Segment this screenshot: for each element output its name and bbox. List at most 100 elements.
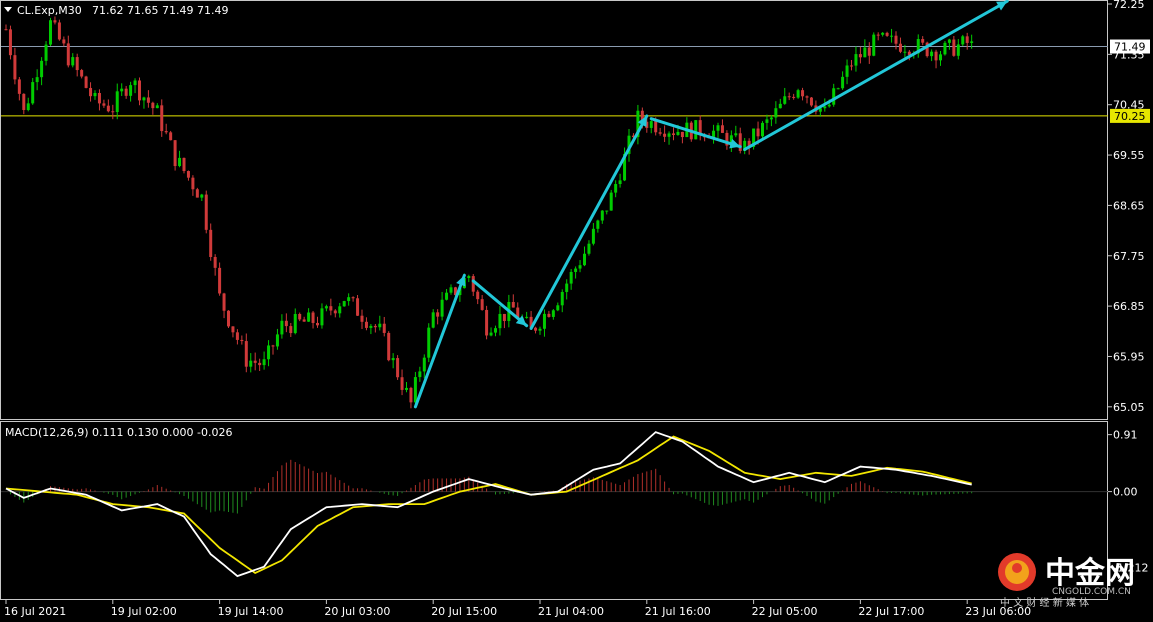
candle	[720, 119, 724, 134]
candle-body	[663, 133, 667, 137]
candle-body	[872, 34, 876, 56]
candle-body	[369, 325, 373, 328]
candle-body	[409, 387, 413, 403]
candle-body	[885, 32, 889, 36]
candle	[4, 24, 8, 31]
watermark-tagline: 中 文 财 经 新 媒 体	[1000, 596, 1089, 609]
candle	[471, 274, 475, 297]
candle	[231, 326, 235, 338]
trend-arrow	[529, 114, 649, 330]
price-pane[interactable]	[1, 0, 1108, 409]
candle-body	[778, 103, 782, 109]
candle-body	[222, 293, 226, 311]
candle	[436, 309, 440, 325]
candle-body	[4, 29, 8, 31]
candle-body	[538, 328, 542, 331]
candle	[391, 353, 395, 369]
candle-body	[8, 29, 12, 56]
dropdown-triangle-icon[interactable]	[4, 7, 12, 12]
candle-body	[129, 85, 133, 96]
candle	[124, 85, 128, 99]
candle	[271, 344, 275, 355]
candle-body	[400, 377, 404, 390]
candle-body	[160, 105, 164, 132]
candle-body	[351, 297, 355, 299]
candle-body	[903, 51, 907, 53]
price-axis-label: 69.55	[1113, 149, 1145, 162]
candle-body	[324, 306, 328, 309]
candle-body	[360, 315, 364, 322]
macd-axis-label: 0.00	[1113, 486, 1138, 499]
candle	[8, 25, 12, 60]
candle	[511, 294, 515, 308]
candle	[850, 59, 853, 71]
candle-body	[431, 312, 435, 328]
candle	[53, 16, 57, 25]
candle	[565, 279, 569, 300]
candle	[44, 41, 48, 66]
candle	[71, 53, 75, 68]
candle-body	[186, 171, 190, 178]
candle	[480, 295, 484, 311]
candle	[921, 36, 925, 46]
candle-body	[890, 35, 894, 37]
candle	[151, 101, 155, 115]
candle	[378, 315, 382, 331]
candle	[792, 93, 796, 100]
candle-body	[102, 103, 106, 106]
candle-body	[836, 88, 840, 90]
candle-body	[649, 121, 653, 128]
candle-body	[440, 299, 444, 317]
candle-body	[387, 332, 391, 361]
candle	[302, 316, 306, 322]
candle	[146, 90, 150, 108]
candle	[235, 329, 239, 345]
time-axis-label: 19 Jul 02:00	[111, 605, 177, 618]
candle	[333, 309, 337, 318]
candle-body	[146, 97, 150, 103]
candle	[738, 127, 742, 154]
candle-body	[734, 133, 738, 136]
candle	[195, 187, 199, 198]
candle-body	[396, 358, 400, 378]
candle-body	[569, 271, 573, 284]
candle	[485, 305, 489, 340]
candle-body	[680, 131, 684, 138]
candle-body	[921, 39, 925, 43]
candle	[494, 325, 497, 337]
candle-body	[605, 210, 609, 212]
candle-body	[209, 229, 213, 257]
candle-body	[445, 292, 449, 300]
candle-body	[204, 194, 208, 230]
candle	[947, 38, 951, 50]
candle-body	[502, 313, 506, 322]
candle-body	[311, 312, 315, 323]
candle-body	[796, 90, 800, 98]
cngold-watermark: 中金网 CNGOLD.COM.CN 中 文 财 经 新 媒 体	[998, 553, 1135, 609]
candle-body	[614, 184, 618, 193]
candle	[765, 114, 769, 130]
chart-canvas[interactable]: 72.2571.3570.4569.5568.6567.7566.8565.95…	[0, 0, 1153, 622]
time-axis-label: 22 Jul 05:00	[752, 605, 818, 618]
candle-body	[792, 96, 796, 98]
candle	[876, 32, 880, 41]
candle-body	[494, 328, 497, 333]
candle-body	[40, 60, 44, 78]
candle	[293, 308, 297, 335]
candle-body	[271, 345, 275, 347]
candle	[551, 309, 555, 320]
candle-body	[253, 360, 257, 363]
candle-body	[75, 57, 79, 71]
candle-body	[35, 77, 39, 83]
candle-body	[164, 131, 168, 133]
candle	[75, 53, 79, 77]
candle	[218, 262, 222, 296]
candle-body	[801, 90, 805, 97]
candle	[961, 34, 965, 46]
candle	[445, 288, 449, 301]
macd-pane[interactable]	[1, 431, 1108, 578]
watermark-domain: CNGOLD.COM.CN	[1052, 587, 1131, 597]
price-axis-label: 66.85	[1113, 300, 1145, 313]
candle	[138, 77, 141, 106]
candle	[498, 305, 502, 336]
